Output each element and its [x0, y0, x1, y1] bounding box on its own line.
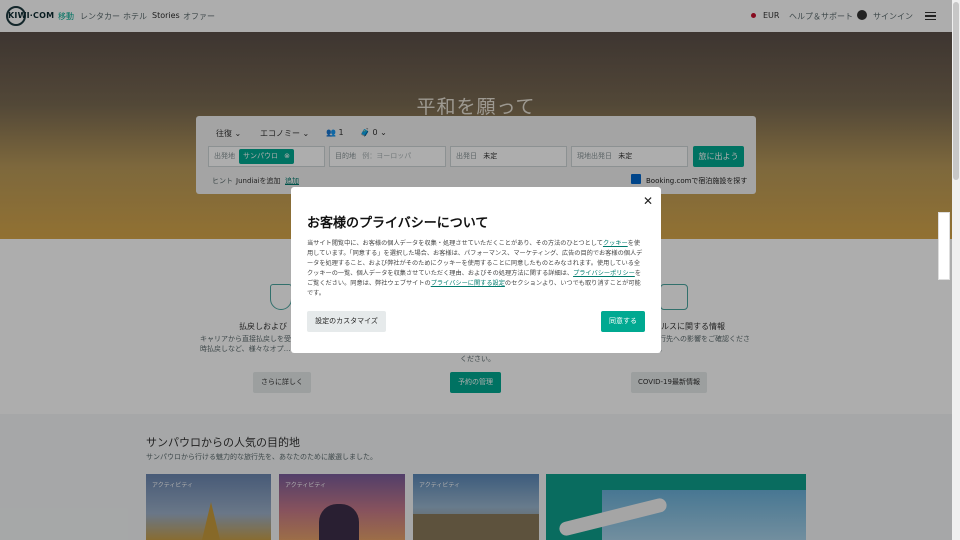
- close-icon[interactable]: ✕: [640, 193, 656, 209]
- feedback-tab[interactable]: [938, 212, 950, 280]
- agree-button[interactable]: 同意する: [601, 311, 645, 332]
- privacy-modal: ✕ お客様のプライバシーについて 当サイト閲覧中に、お客様の個人データを収集・処…: [291, 187, 661, 353]
- modal-title: お客様のプライバシーについて: [307, 216, 489, 231]
- privacy-settings-link[interactable]: プライバシーに関する設定: [431, 280, 505, 287]
- customize-settings-button[interactable]: 設定のカスタマイズ: [307, 311, 386, 332]
- privacy-policy-link[interactable]: プライバシーポリシー: [573, 270, 635, 277]
- scrollbar-thumb[interactable]: [953, 2, 959, 180]
- cookie-link[interactable]: クッキー: [603, 240, 628, 247]
- modal-body: 当サイト閲覧中に、お客様の個人データを収集・処理させていただくことがあり、その方…: [307, 240, 643, 297]
